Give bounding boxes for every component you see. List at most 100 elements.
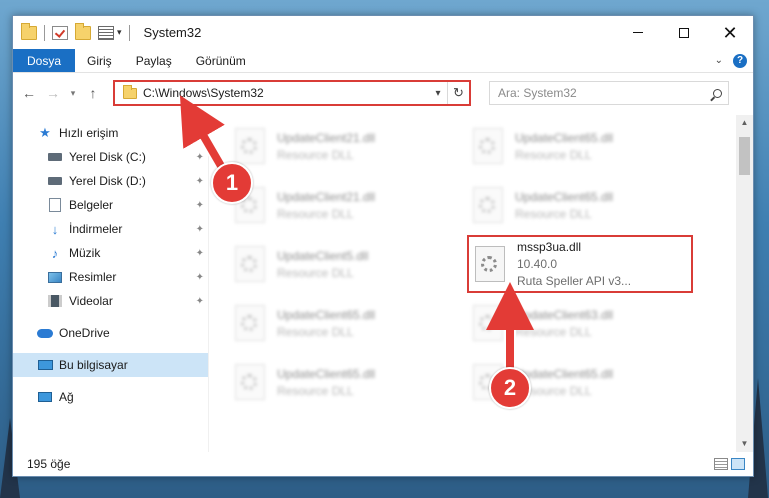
music-icon: ♪ <box>51 245 59 261</box>
vertical-scrollbar[interactable]: ▲ ▼ <box>736 115 753 452</box>
scroll-up-arrow[interactable]: ▲ <box>736 115 753 131</box>
file-tile[interactable]: UpdateClient21.dll Resource DLL <box>229 177 449 233</box>
file-tile[interactable]: UpdateClient65.dll Resource DLL <box>467 118 687 174</box>
dll-file-icon <box>473 187 503 223</box>
tab-share[interactable]: Paylaş <box>124 49 184 72</box>
close-button[interactable]: ✕ <box>707 16 753 49</box>
address-dropdown[interactable]: ▾ <box>429 88 447 99</box>
scroll-thumb[interactable] <box>739 137 750 175</box>
sidebar-item-documents[interactable]: Belgeler ✦ <box>13 193 208 217</box>
star-icon: ★ <box>39 125 51 140</box>
recent-locations-dropdown[interactable]: ▾ <box>67 88 79 99</box>
ribbon-tabs: Dosya Giriş Paylaş Görünüm ⌄ ? <box>13 49 753 73</box>
sidebar-item-network[interactable]: Ağ <box>13 385 208 409</box>
computer-icon <box>37 358 53 372</box>
disk-icon <box>47 174 63 188</box>
chevron-down-icon[interactable]: ⌄ <box>715 55 723 66</box>
file-tile[interactable]: UpdateClient65.dll Resource DLL <box>467 177 687 233</box>
file-name: UpdateClient5.dll <box>277 248 369 263</box>
file-tile[interactable]: UpdateClient65.dll Resource DLL <box>229 295 449 351</box>
file-name: UpdateClient65.dll <box>277 366 376 381</box>
file-name: UpdateClient21.dll <box>277 130 376 145</box>
documents-icon <box>47 198 63 212</box>
pin-icon[interactable]: ✦ <box>196 224 204 235</box>
tab-home[interactable]: Giriş <box>75 49 124 72</box>
sidebar-item-label: OneDrive <box>59 326 110 340</box>
file-tile-mssp3ua[interactable]: mssp3ua.dll 10.40.0 Ruta Speller API v3.… <box>467 235 693 293</box>
back-button[interactable]: ← <box>19 85 39 101</box>
dll-file-icon <box>473 305 503 341</box>
sidebar-item-onedrive[interactable]: OneDrive <box>13 321 208 345</box>
file-name: UpdateClient65.dll <box>515 366 614 381</box>
sidebar-item-disk-d[interactable]: Yerel Disk (D:) ✦ <box>13 169 208 193</box>
forward-button[interactable]: → <box>43 85 63 101</box>
maximize-button[interactable] <box>661 16 707 49</box>
details-view-button[interactable] <box>714 458 728 470</box>
minimize-button[interactable] <box>615 16 661 49</box>
file-name: UpdateClient21.dll <box>277 189 376 204</box>
dll-file-icon <box>235 364 265 400</box>
pin-icon[interactable]: ✦ <box>196 248 204 259</box>
sidebar-item-downloads[interactable]: ↓ İndirmeler ✦ <box>13 217 208 241</box>
scroll-down-arrow[interactable]: ▼ <box>736 436 753 452</box>
address-path[interactable]: C:\Windows\System32 <box>143 86 429 100</box>
file-name: UpdateClient65.dll <box>515 130 614 145</box>
file-name: mssp3ua.dll <box>517 240 582 254</box>
status-bar: 195 öğe <box>13 452 753 476</box>
help-icon[interactable]: ? <box>733 53 747 68</box>
sidebar-item-music[interactable]: ♪ Müzik ✦ <box>13 241 208 265</box>
sidebar-item-label: Yerel Disk (D:) <box>69 174 146 188</box>
search-box[interactable] <box>489 81 729 105</box>
maximize-icon <box>679 27 689 38</box>
file-description: Resource DLL <box>277 147 354 162</box>
search-icon[interactable] <box>706 88 728 98</box>
pin-icon[interactable]: ✦ <box>196 200 204 211</box>
pin-icon[interactable]: ✦ <box>196 176 204 187</box>
sidebar-item-label: Bu bilgisayar <box>59 358 128 372</box>
tab-file[interactable]: Dosya <box>13 49 76 72</box>
file-description: Resource DLL <box>277 206 354 221</box>
search-input[interactable] <box>498 86 706 100</box>
quick-access-dropdown[interactable]: ▾ <box>117 27 122 38</box>
up-button[interactable]: ↑ <box>83 85 103 101</box>
file-tile[interactable]: UpdateClient21.dll Resource DLL <box>229 118 449 174</box>
file-name: UpdateClient63.dll <box>515 307 614 322</box>
file-list-pane: UpdateClient21.dll Resource DLL UpdateCli… <box>209 115 753 452</box>
toolbar-separator <box>128 24 130 41</box>
step-2-badge: 2 <box>489 367 531 409</box>
item-count: 195 öğe <box>27 457 71 471</box>
pin-icon[interactable]: ✦ <box>196 296 204 307</box>
new-folder-icon[interactable] <box>75 22 91 40</box>
dll-file-icon <box>235 305 265 341</box>
file-description: Resource DLL <box>515 206 592 221</box>
file-tile[interactable]: UpdateClient65.dll Resource DLL <box>229 354 449 410</box>
sidebar-item-pictures[interactable]: Resimler ✦ <box>13 265 208 289</box>
file-tile[interactable]: UpdateClient5.dll Resource DLL <box>229 236 449 292</box>
window-controls: ✕ <box>615 16 753 49</box>
file-version: 10.40.0 <box>517 257 558 271</box>
tab-view[interactable]: Görünüm <box>184 49 258 72</box>
file-description: Resource DLL <box>515 147 592 162</box>
file-tile[interactable]: UpdateClient63.dll Resource DLL <box>467 295 687 351</box>
sidebar-item-disk-c[interactable]: Yerel Disk (C:) ✦ <box>13 145 208 169</box>
sidebar-item-videos[interactable]: Videolar ✦ <box>13 289 208 313</box>
properties-check-icon[interactable] <box>52 25 68 40</box>
view-mode-buttons <box>714 458 753 470</box>
sidebar-item-label: Ağ <box>59 390 74 404</box>
folder-icon <box>21 22 37 40</box>
sidebar-item-quick-access[interactable]: ★ Hızlı erişim <box>13 121 208 145</box>
explorer-window: ▾ System32 ✕ Dosya Giriş Paylaş Görünüm … <box>12 15 754 477</box>
download-icon: ↓ <box>51 221 59 237</box>
address-bar[interactable]: C:\Windows\System32 ▾ ↻ <box>113 80 471 106</box>
folder-icon <box>123 84 137 99</box>
sidebar-item-label: Videolar <box>69 294 113 308</box>
file-description: Resource DLL <box>277 265 354 280</box>
pin-icon[interactable]: ✦ <box>196 272 204 283</box>
large-icons-view-button[interactable] <box>731 458 745 470</box>
refresh-button[interactable]: ↻ <box>447 82 469 104</box>
file-name: UpdateClient65.dll <box>515 189 614 204</box>
properties-icon[interactable] <box>98 25 114 40</box>
videos-icon <box>47 294 63 308</box>
pin-icon[interactable]: ✦ <box>196 152 204 163</box>
sidebar-item-this-pc[interactable]: Bu bilgisayar <box>13 353 208 377</box>
